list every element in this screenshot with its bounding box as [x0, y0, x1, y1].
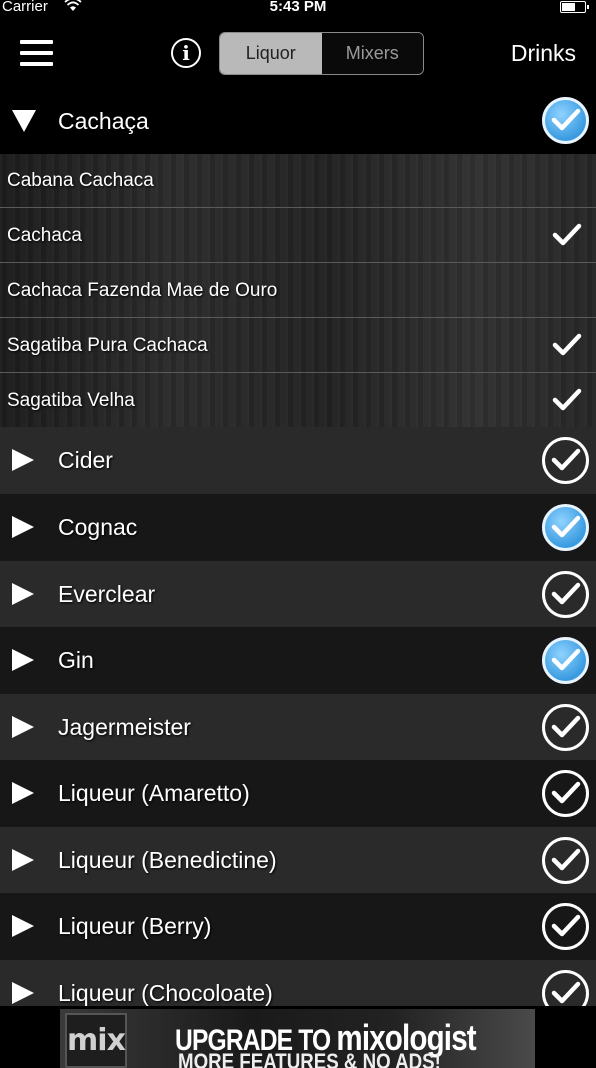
upgrade-banner[interactable]: mix UPGRADE TO mixologist MORE FEATURES …: [60, 1009, 535, 1068]
subitem-label: Cabana Cachaca: [7, 170, 154, 191]
subitem-list: Cabana Cachaca Cachaca Cachaca Fazenda M…: [0, 154, 596, 427]
subitem-row[interactable]: Cachaca: [0, 209, 596, 263]
checkmark-icon: [552, 333, 582, 362]
category-row[interactable]: Gin: [0, 627, 596, 694]
check-circle-icon[interactable]: [542, 837, 589, 884]
category-name: Cider: [58, 447, 113, 473]
check-circle-icon[interactable]: [542, 437, 589, 484]
expand-triangle-icon[interactable]: [12, 782, 34, 804]
category-row[interactable]: Jagermeister: [0, 694, 596, 761]
check-circle-selected-icon[interactable]: [542, 504, 589, 551]
category-name: Liqueur (Berry): [58, 913, 212, 939]
category-check-icon[interactable]: [542, 97, 589, 144]
nav-bar: i Liquor Mixers Drinks: [0, 20, 596, 88]
subitem-label: Sagatiba Pura Cachaca: [7, 335, 208, 356]
subitem-row[interactable]: Cachaca Fazenda Mae de Ouro: [0, 264, 596, 318]
subitem-row[interactable]: Sagatiba Pura Cachaca: [0, 319, 596, 373]
category-row[interactable]: Liqueur (Benedictine): [0, 827, 596, 894]
category-name: Everclear: [58, 581, 156, 607]
subitem-label: Cachaca Fazenda Mae de Ouro: [7, 280, 278, 301]
status-bar: Carrier 5:43 PM: [0, 0, 596, 20]
subitem-label: Cachaca: [7, 225, 82, 246]
category-name: Gin: [58, 647, 94, 673]
menu-icon[interactable]: [20, 40, 53, 66]
subitem-row[interactable]: Cabana Cachaca: [0, 154, 596, 208]
segment-mixers[interactable]: Mixers: [321, 33, 423, 74]
info-button[interactable]: i: [171, 38, 201, 68]
subitem-label: Sagatiba Velha: [7, 390, 135, 411]
mix-logo: mix: [65, 1013, 127, 1068]
category-name: Liqueur (Benedictine): [58, 847, 277, 873]
expand-triangle-icon[interactable]: [12, 982, 34, 1004]
segment-liquor[interactable]: Liquor: [220, 33, 322, 74]
category-row[interactable]: Liqueur (Amaretto): [0, 760, 596, 827]
check-circle-selected-icon[interactable]: [542, 637, 589, 684]
expand-triangle-icon[interactable]: [12, 716, 34, 738]
battery-icon: [560, 1, 589, 13]
expand-triangle-icon[interactable]: [12, 649, 34, 671]
category-row-expanded[interactable]: Cachaça: [0, 88, 596, 154]
checkmark-icon: [552, 223, 582, 252]
drinks-button[interactable]: Drinks: [511, 40, 576, 67]
category-name: Jagermeister: [58, 714, 191, 740]
category-name: Liqueur (Amaretto): [58, 780, 250, 806]
subitem-row[interactable]: Sagatiba Velha: [0, 374, 596, 428]
check-circle-icon[interactable]: [542, 770, 589, 817]
expand-triangle-icon[interactable]: [12, 583, 34, 605]
collapse-triangle-icon[interactable]: [12, 110, 36, 132]
category-row[interactable]: Everclear: [0, 561, 596, 628]
banner-subline: MORE FEATURES & NO ADS!: [178, 1049, 441, 1068]
category-row[interactable]: Liqueur (Berry): [0, 893, 596, 960]
expand-triangle-icon[interactable]: [12, 449, 34, 471]
check-circle-icon[interactable]: [542, 704, 589, 751]
category-name: Cachaça: [58, 108, 149, 134]
clock: 5:43 PM: [269, 0, 327, 15]
category-segmented-control: Liquor Mixers: [219, 32, 424, 75]
category-row[interactable]: Cider: [0, 427, 596, 494]
checkmark-icon: [552, 388, 582, 417]
category-row[interactable]: Cognac: [0, 494, 596, 561]
check-circle-icon[interactable]: [542, 571, 589, 618]
category-name: Cognac: [58, 514, 138, 540]
check-circle-icon[interactable]: [542, 903, 589, 950]
expand-triangle-icon[interactable]: [12, 915, 34, 937]
expand-triangle-icon[interactable]: [12, 849, 34, 871]
expand-triangle-icon[interactable]: [12, 516, 34, 538]
